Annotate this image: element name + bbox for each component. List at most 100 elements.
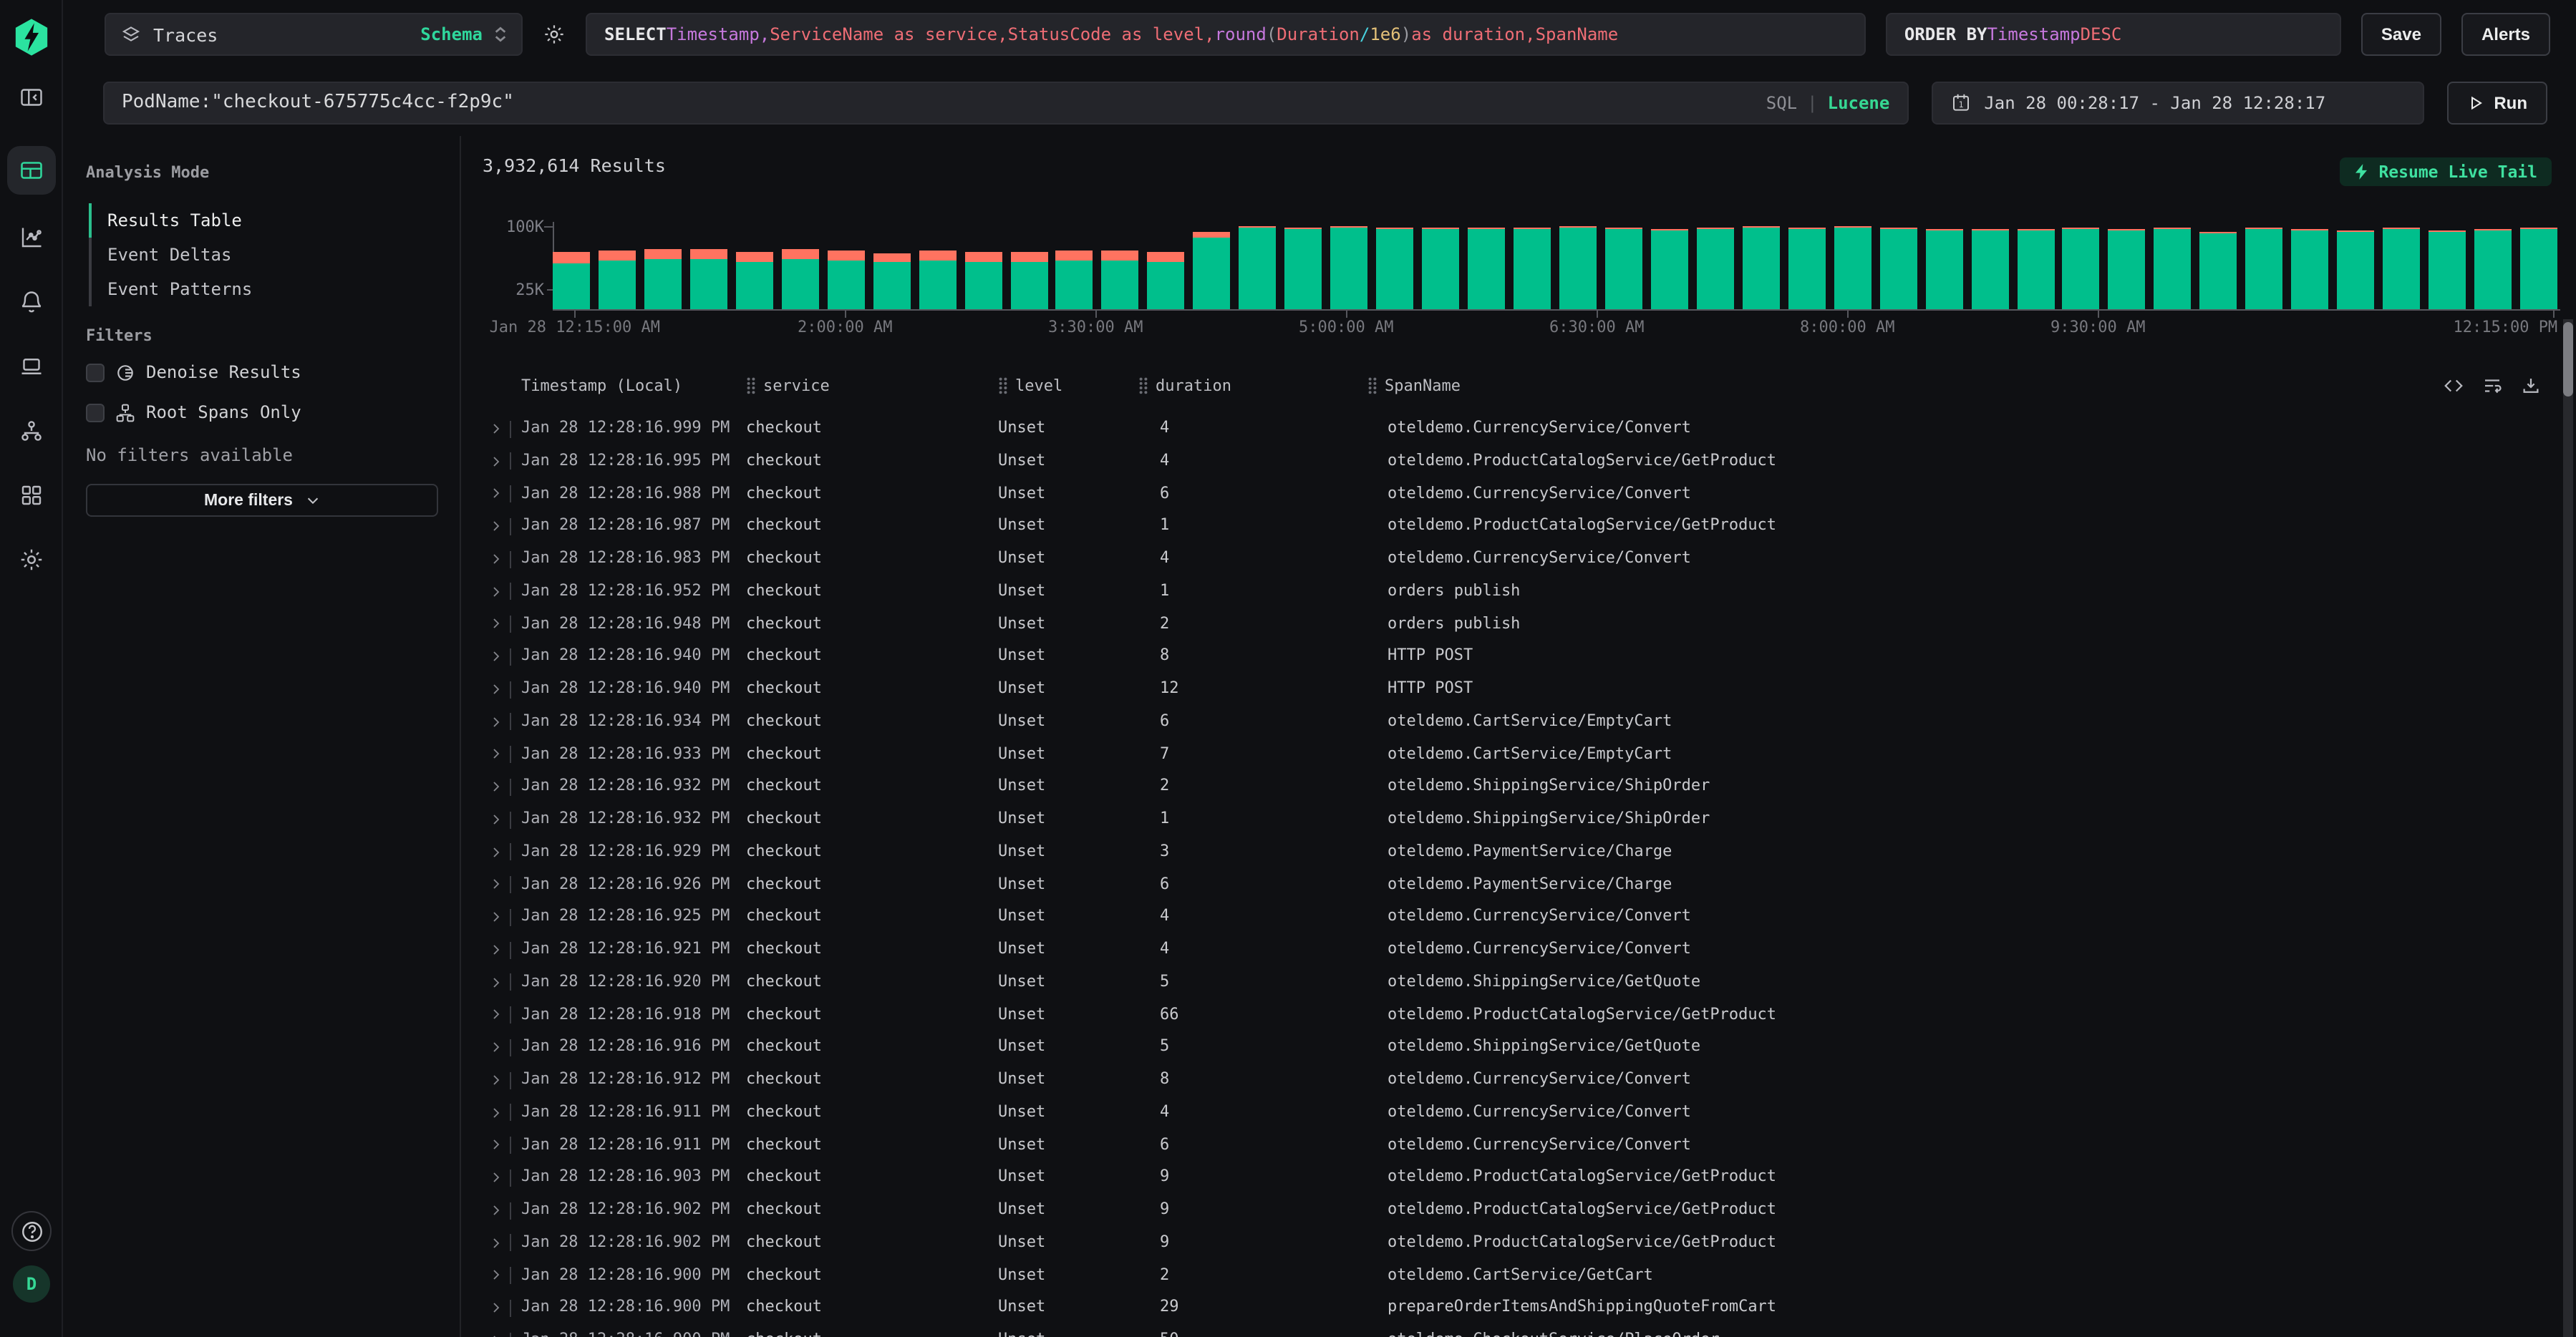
table-row[interactable]: Jan 28 12:28:16.925 PMcheckoutUnset4otel… bbox=[461, 901, 2562, 934]
nav-dashboards-grid-icon[interactable] bbox=[11, 475, 51, 515]
drag-grip-icon[interactable] bbox=[998, 376, 1008, 395]
expand-row-icon[interactable] bbox=[490, 641, 510, 674]
vertical-scrollbar-track[interactable] bbox=[2563, 319, 2573, 1337]
nav-alerts-bell-icon[interactable] bbox=[11, 282, 51, 322]
sql-mode-toggle[interactable]: SQL bbox=[1766, 92, 1797, 112]
histogram-bar[interactable] bbox=[1879, 228, 1917, 309]
histogram-bar[interactable] bbox=[1422, 228, 1459, 309]
expand-row-icon[interactable] bbox=[490, 998, 510, 1031]
expand-row-icon[interactable] bbox=[490, 1227, 510, 1260]
expand-row-icon[interactable] bbox=[490, 1324, 510, 1337]
histogram-bar[interactable] bbox=[2520, 228, 2557, 309]
table-row[interactable]: Jan 28 12:28:16.983 PMcheckoutUnset4otel… bbox=[461, 543, 2562, 575]
run-button[interactable]: Run bbox=[2446, 81, 2547, 124]
table-row[interactable]: Jan 28 12:28:16.932 PMcheckoutUnset2otel… bbox=[461, 771, 2562, 804]
histogram-bar[interactable] bbox=[2383, 228, 2420, 309]
more-filters-button[interactable]: More filters bbox=[86, 484, 438, 517]
resume-live-tail-button[interactable]: Resume Live Tail bbox=[2340, 157, 2552, 186]
nav-settings-gear-icon[interactable] bbox=[11, 540, 51, 580]
hyperdx-logo-icon[interactable] bbox=[11, 17, 51, 57]
drag-grip-icon[interactable] bbox=[1138, 376, 1148, 395]
histogram-bar[interactable] bbox=[1743, 226, 1780, 309]
expand-row-icon[interactable] bbox=[490, 510, 510, 543]
table-row[interactable]: Jan 28 12:28:16.933 PMcheckoutUnset7otel… bbox=[461, 738, 2562, 771]
alerts-button[interactable]: Alerts bbox=[2461, 13, 2550, 56]
histogram-bar[interactable] bbox=[1102, 251, 1139, 309]
histogram-bar[interactable] bbox=[1605, 228, 1642, 309]
expand-row-icon[interactable] bbox=[490, 1031, 510, 1064]
histogram-bar[interactable] bbox=[782, 249, 819, 309]
histogram-bar[interactable] bbox=[553, 252, 590, 309]
save-button[interactable]: Save bbox=[2361, 13, 2441, 56]
histogram-bar[interactable] bbox=[1514, 228, 1551, 309]
histogram-bar[interactable] bbox=[1559, 226, 1597, 309]
root-spans-checkbox[interactable] bbox=[86, 403, 105, 422]
histogram-bar[interactable] bbox=[1468, 228, 1505, 309]
histogram-bar[interactable] bbox=[690, 249, 727, 309]
schema-label[interactable]: Schema bbox=[420, 24, 483, 44]
search-input[interactable]: PodName:"checkout-675775c4cc-f2p9c" SQL … bbox=[103, 81, 1908, 124]
expand-row-icon[interactable] bbox=[490, 575, 510, 608]
histogram-bar[interactable] bbox=[1971, 229, 2008, 309]
histogram-bar[interactable] bbox=[644, 249, 682, 309]
table-row[interactable]: Jan 28 12:28:16.916 PMcheckoutUnset5otel… bbox=[461, 1031, 2562, 1064]
analysis-mode-item[interactable]: Results Table bbox=[89, 203, 438, 238]
table-row[interactable]: Jan 28 12:28:16.952 PMcheckoutUnset1orde… bbox=[461, 575, 2562, 608]
histogram-bar[interactable] bbox=[1925, 229, 1962, 309]
column-header-duration[interactable]: duration bbox=[1138, 376, 1231, 395]
expand-row-icon[interactable] bbox=[490, 445, 510, 478]
expand-row-icon[interactable] bbox=[490, 836, 510, 869]
histogram-bar[interactable] bbox=[1330, 226, 1367, 309]
select-clause-input[interactable]: SELECT Timestamp, ServiceName as service… bbox=[586, 13, 1866, 56]
histogram-bar[interactable] bbox=[2337, 230, 2374, 309]
histogram-bar[interactable] bbox=[2474, 229, 2512, 309]
expand-row-icon[interactable] bbox=[490, 477, 510, 510]
analysis-mode-item[interactable]: Event Deltas bbox=[89, 238, 438, 272]
histogram-bar[interactable] bbox=[964, 252, 1002, 309]
histogram-bar[interactable] bbox=[1010, 252, 1047, 309]
histogram-bar[interactable] bbox=[1239, 226, 1277, 309]
expand-row-icon[interactable] bbox=[490, 543, 510, 575]
expand-row-icon[interactable] bbox=[490, 412, 510, 445]
expand-row-icon[interactable] bbox=[490, 1194, 510, 1227]
expand-row-icon[interactable] bbox=[490, 966, 510, 999]
histogram-bar[interactable] bbox=[1285, 228, 1322, 309]
table-row[interactable]: Jan 28 12:28:16.926 PMcheckoutUnset6otel… bbox=[461, 868, 2562, 901]
expand-row-icon[interactable] bbox=[490, 933, 510, 966]
histogram-bar[interactable] bbox=[1788, 228, 1825, 309]
table-row[interactable]: Jan 28 12:28:16.934 PMcheckoutUnset6otel… bbox=[461, 706, 2562, 739]
histogram-bar[interactable] bbox=[827, 251, 864, 309]
histogram-bar[interactable] bbox=[2017, 229, 2054, 309]
histogram-bar[interactable] bbox=[1697, 228, 1734, 309]
histogram-bar[interactable] bbox=[1148, 252, 1185, 309]
expand-row-icon[interactable] bbox=[490, 1129, 510, 1162]
table-row[interactable]: Jan 28 12:28:16.900 PMcheckoutUnset2otel… bbox=[461, 1259, 2562, 1292]
nav-service-map-icon[interactable] bbox=[11, 411, 51, 451]
table-row[interactable]: Jan 28 12:28:16.902 PMcheckoutUnset9otel… bbox=[461, 1194, 2562, 1227]
lucene-mode-toggle[interactable]: Lucene bbox=[1828, 92, 1890, 112]
histogram-bar[interactable] bbox=[2108, 229, 2146, 309]
table-row[interactable]: Jan 28 12:28:16.900 PMcheckoutUnset50ote… bbox=[461, 1324, 2562, 1337]
expand-row-icon[interactable] bbox=[490, 901, 510, 934]
nav-search-table-icon[interactable] bbox=[6, 146, 55, 195]
table-row[interactable]: Jan 28 12:28:16.900 PMcheckoutUnset29pre… bbox=[461, 1292, 2562, 1325]
table-row[interactable]: Jan 28 12:28:16.918 PMcheckoutUnset66ote… bbox=[461, 998, 2562, 1031]
table-row[interactable]: Jan 28 12:28:16.921 PMcheckoutUnset4otel… bbox=[461, 933, 2562, 966]
histogram-bar[interactable] bbox=[2429, 230, 2466, 309]
expand-row-icon[interactable] bbox=[490, 1162, 510, 1195]
nav-chart-explorer-icon[interactable] bbox=[11, 218, 51, 258]
wrap-text-icon[interactable] bbox=[2481, 375, 2503, 397]
table-row[interactable]: Jan 28 12:28:16.920 PMcheckoutUnset5otel… bbox=[461, 966, 2562, 999]
analysis-mode-item[interactable]: Event Patterns bbox=[89, 272, 438, 306]
expand-row-icon[interactable] bbox=[490, 608, 510, 641]
histogram-bar[interactable] bbox=[2200, 232, 2237, 309]
histogram-bar[interactable] bbox=[873, 253, 910, 309]
drag-grip-icon[interactable] bbox=[1367, 376, 1377, 395]
histogram-bar[interactable] bbox=[2291, 229, 2328, 309]
histogram-bar[interactable] bbox=[2063, 228, 2100, 309]
histogram-bar[interactable] bbox=[599, 251, 636, 309]
drag-grip-icon[interactable] bbox=[746, 376, 756, 395]
expand-row-icon[interactable] bbox=[490, 771, 510, 804]
table-row[interactable]: Jan 28 12:28:16.940 PMcheckoutUnset12HTT… bbox=[461, 673, 2562, 706]
histogram-bar[interactable] bbox=[1193, 232, 1231, 309]
